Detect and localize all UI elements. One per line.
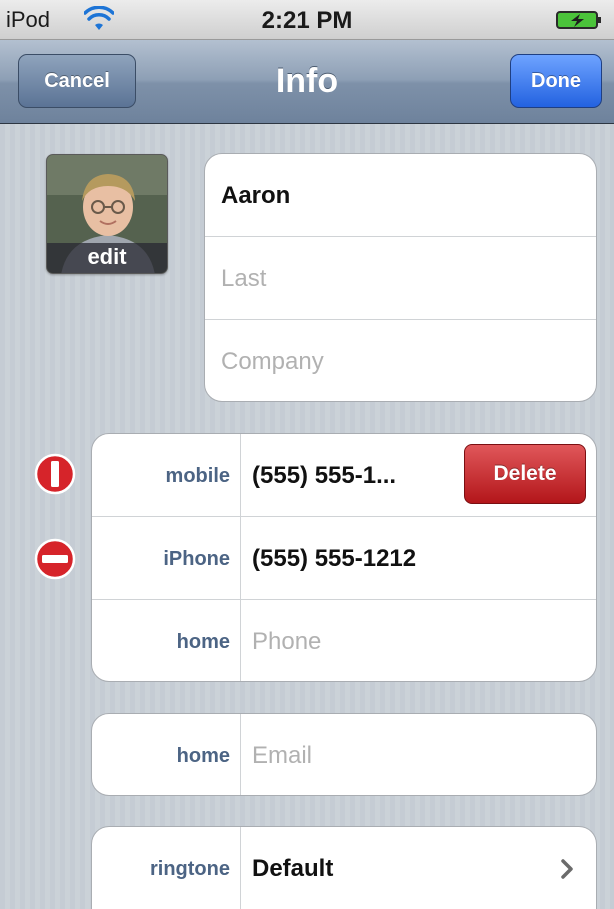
ringtone-group: ringtone Default bbox=[91, 826, 597, 909]
phone-type-label[interactable]: home bbox=[92, 631, 230, 654]
contact-photo[interactable]: edit bbox=[46, 154, 168, 274]
done-button[interactable]: Done bbox=[510, 54, 602, 108]
delete-button[interactable]: Delete bbox=[464, 444, 586, 504]
last-name-placeholder: Last bbox=[221, 265, 267, 292]
navigation-bar: Cancel Info Done bbox=[0, 40, 614, 124]
phone-type-label[interactable]: iPhone bbox=[92, 548, 230, 571]
phone-value[interactable]: (555) 555-1... bbox=[252, 462, 396, 490]
phone-row[interactable]: home Phone bbox=[92, 600, 596, 681]
name-group: Aaron Last Company bbox=[204, 153, 597, 402]
email-type-label[interactable]: home bbox=[92, 745, 230, 768]
phone-placeholder[interactable]: Phone bbox=[252, 628, 321, 656]
first-name-value: Aaron bbox=[221, 182, 291, 209]
ringtone-label: ringtone bbox=[150, 858, 230, 880]
company-placeholder: Company bbox=[221, 348, 324, 375]
email-placeholder[interactable]: Email bbox=[252, 742, 312, 770]
ringtone-value: Default bbox=[252, 855, 334, 882]
company-field[interactable]: Company bbox=[205, 320, 596, 401]
last-name-field[interactable]: Last bbox=[205, 237, 596, 320]
phone-row[interactable]: mobile (555) 555-1... Delete bbox=[92, 434, 596, 517]
minus-rotated-icon[interactable] bbox=[34, 453, 76, 495]
email-row[interactable]: home Email bbox=[92, 714, 596, 795]
chevron-right-icon bbox=[561, 859, 573, 879]
phone-group: mobile (555) 555-1... Delete iPhone (555… bbox=[91, 433, 597, 682]
status-time: 2:21 PM bbox=[261, 7, 353, 34]
phone-value[interactable]: (555) 555-1212 bbox=[252, 545, 416, 573]
email-group: home Email bbox=[91, 713, 597, 796]
edit-photo-button[interactable]: edit bbox=[47, 243, 167, 273]
ringtone-row[interactable]: ringtone Default bbox=[92, 827, 596, 909]
minus-icon[interactable] bbox=[34, 538, 76, 580]
phone-type-label[interactable]: mobile bbox=[92, 465, 230, 488]
battery-charging-icon bbox=[556, 11, 601, 29]
status-bar: iPod 2:21 PM bbox=[0, 0, 614, 40]
phone-row[interactable]: iPhone (555) 555-1212 bbox=[92, 517, 596, 600]
first-name-field[interactable]: Aaron bbox=[205, 154, 596, 237]
